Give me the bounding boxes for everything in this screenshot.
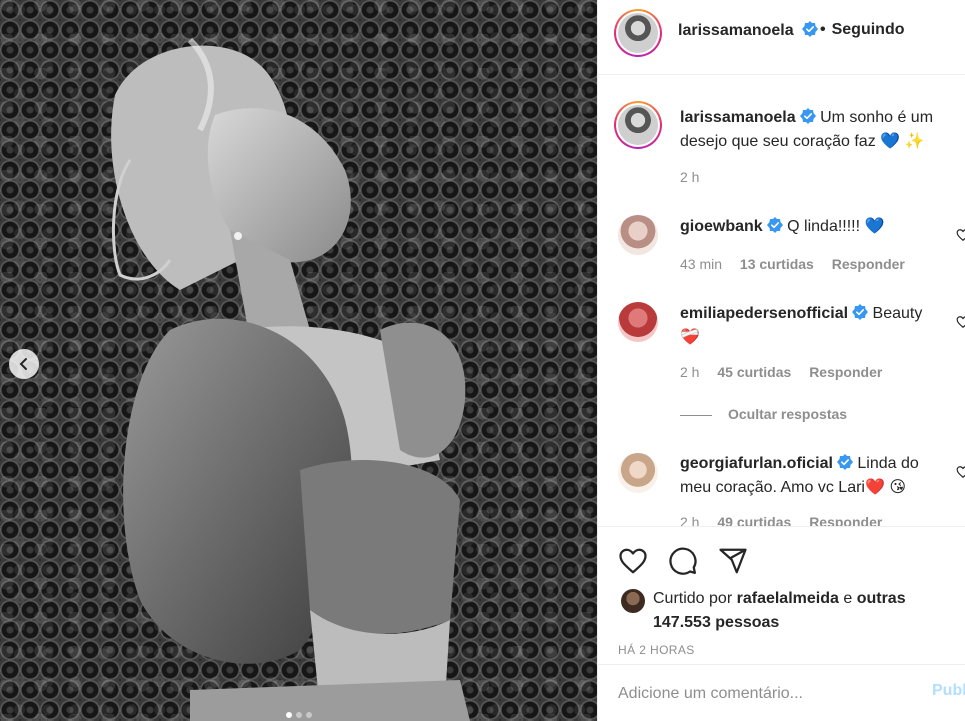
verified-badge-icon [852,304,869,320]
comment-body-line2: ❤️‍🩹 [680,329,700,346]
verified-badge-icon [766,217,783,233]
caption: larissamanoela Um sonho é um desejo que … [680,106,950,154]
carousel-dot [296,712,302,718]
caption-text-line1: Um sonho é um [820,109,934,126]
comment-meta: 2 h 49 curtidas Responder [680,514,896,526]
carousel-dots [286,712,312,718]
chevron-left-icon [19,358,27,370]
comment-body-line2: meu coração. Amo vc Lari❤️ 😘 [680,479,907,496]
post-actions: Curtido por rafaelalmeida e outras 147.5… [598,526,965,664]
liker-username[interactable]: rafaelalmeida [737,590,839,607]
like-comment-heart-icon[interactable] [956,315,965,329]
hide-replies-button[interactable]: Ocultar respostas [680,406,847,422]
comment-likes-count[interactable]: 49 curtidas [717,514,791,526]
carousel-dot [306,712,312,718]
divider-line [680,414,712,416]
follow-status-button[interactable]: • Seguindo [820,21,905,39]
comment-bubble-icon[interactable] [668,546,698,576]
like-comment-heart-icon[interactable] [956,465,965,479]
comment-time[interactable]: 2 h [680,364,699,380]
comment-meta: 2 h 45 curtidas Responder [680,364,896,380]
commenter-avatar[interactable] [618,215,658,255]
follow-status-label: Seguindo [831,21,905,38]
post-timestamp[interactable]: HÁ 2 HORAS [618,643,695,657]
post-header: larissamanoela • Seguindo [598,0,965,75]
hide-replies-label: Ocultar respostas [728,406,848,422]
caption-author-avatar[interactable] [614,101,662,149]
comment-time[interactable]: 43 min [680,256,722,272]
photo-subject [111,37,470,721]
comment-text: georgiafurlan.oficial Linda do meu coraç… [680,452,955,500]
comment-body: Linda do [857,455,919,472]
liked-by: Curtido por rafaelalmeida e outras 147.5… [621,587,951,635]
comment-likes-count[interactable]: 45 curtidas [717,364,791,380]
carousel-dot [286,712,292,718]
verified-badge-icon [799,108,816,124]
reply-button[interactable]: Responder [809,364,882,380]
comment-username[interactable]: emiliapedersenofficial [680,305,848,322]
post-photo[interactable] [0,0,597,721]
comment-likes-count[interactable]: 13 curtidas [740,256,814,272]
comment-meta: 43 min 13 curtidas Responder [680,256,919,272]
add-comment-bar: Publ [598,664,965,721]
post-details-panel: larissamanoela • Seguindo larissamanoela … [597,0,965,721]
reply-button[interactable]: Responder [809,514,882,526]
share-send-icon[interactable] [718,546,748,576]
commenter-avatar[interactable] [618,453,658,493]
bullet-separator: • [820,21,826,38]
comment-time[interactable]: 2 h [680,514,699,526]
publish-button[interactable]: Publ [932,682,965,700]
comments-list[interactable]: larissamanoela Um sonho é um desejo que … [598,76,965,526]
comment-body: Beauty [872,305,923,322]
comment-username[interactable]: georgiafurlan.oficial [680,455,833,472]
caption-time[interactable]: 2 h [680,169,699,185]
commenter-avatar[interactable] [618,302,658,342]
comment-username[interactable]: gioewbank [680,218,763,235]
comment-text: emiliapedersenofficial Beauty ❤️‍🩹 [680,302,950,350]
liked-by-conjunction: e [843,590,853,607]
comment-body: Q linda!!!!! 💙 [787,218,885,235]
like-heart-icon[interactable] [618,546,648,576]
reply-button[interactable]: Responder [832,256,905,272]
caption-meta: 2 h [680,169,713,185]
author-avatar[interactable] [614,9,662,57]
liker-avatar[interactable] [621,589,645,613]
like-comment-heart-icon[interactable] [956,228,965,242]
comment-text: gioewbank Q linda!!!!! 💙 [680,215,884,239]
comment-input[interactable] [618,682,918,706]
carousel-prev-button[interactable] [9,349,39,379]
verified-badge-icon [836,454,853,470]
caption-username[interactable]: larissamanoela [680,109,796,126]
verified-badge-icon [802,21,819,37]
author-username[interactable]: larissamanoela [678,22,794,39]
caption-text-line2: desejo que seu coração faz 💙 ✨ [680,133,925,150]
liked-by-prefix: Curtido por [653,590,733,607]
